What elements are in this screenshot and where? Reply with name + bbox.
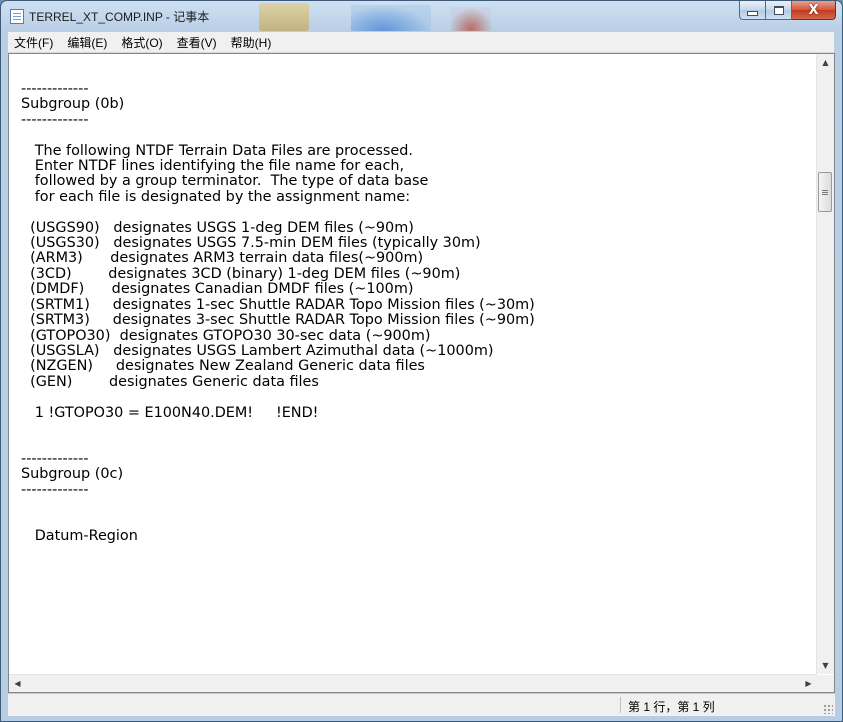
status-divider	[620, 697, 621, 713]
title-bar[interactable]: TERREL_XT_COMP.INP - 记事本 X	[1, 1, 842, 31]
close-icon: X	[808, 2, 819, 18]
cursor-position: 第 1 行，第 1 列	[628, 700, 715, 714]
scroll-left-icon[interactable]: ◀	[9, 675, 26, 692]
caption-buttons: X	[739, 1, 836, 21]
resize-grip-icon[interactable]	[823, 704, 833, 714]
menu-view[interactable]: 查看(V)	[171, 34, 225, 51]
notepad-window: TERREL_XT_COMP.INP - 记事本 X 文件(F) 编辑(E) 格…	[0, 0, 843, 722]
menu-help[interactable]: 帮助(H)	[225, 34, 280, 51]
maximize-button[interactable]	[766, 1, 792, 20]
grip-icon	[822, 191, 828, 193]
scroll-right-icon[interactable]: ▶	[800, 675, 817, 692]
scroll-down-icon[interactable]: ▼	[817, 657, 834, 674]
horizontal-scrollbar[interactable]: ◀ ▶	[9, 674, 817, 692]
vertical-scrollbar[interactable]: ▲ ▼	[816, 54, 834, 674]
close-button[interactable]: X	[792, 1, 836, 20]
text-editor[interactable]: ------------- Subgroup (0b) ------------…	[8, 53, 835, 693]
status-bar: 第 1 行，第 1 列	[8, 693, 835, 716]
window-title: TERREL_XT_COMP.INP - 记事本	[29, 10, 210, 24]
maximize-icon	[773, 5, 784, 15]
background-glass	[259, 3, 309, 31]
background-glass	[351, 5, 431, 31]
minimize-button[interactable]	[739, 1, 766, 20]
background-glass	[451, 7, 491, 31]
minimize-icon	[747, 10, 758, 16]
menu-file[interactable]: 文件(F)	[8, 34, 61, 51]
scrollbar-corner	[817, 675, 834, 692]
menu-format[interactable]: 格式(O)	[115, 34, 170, 51]
menu-bar: 文件(F) 编辑(E) 格式(O) 查看(V) 帮助(H)	[8, 32, 834, 53]
notepad-icon[interactable]	[10, 9, 24, 24]
vertical-scroll-thumb[interactable]	[818, 172, 832, 212]
scroll-up-icon[interactable]: ▲	[817, 54, 834, 71]
document-text[interactable]: ------------- Subgroup (0b) ------------…	[21, 81, 817, 544]
menu-edit[interactable]: 编辑(E)	[61, 34, 115, 51]
